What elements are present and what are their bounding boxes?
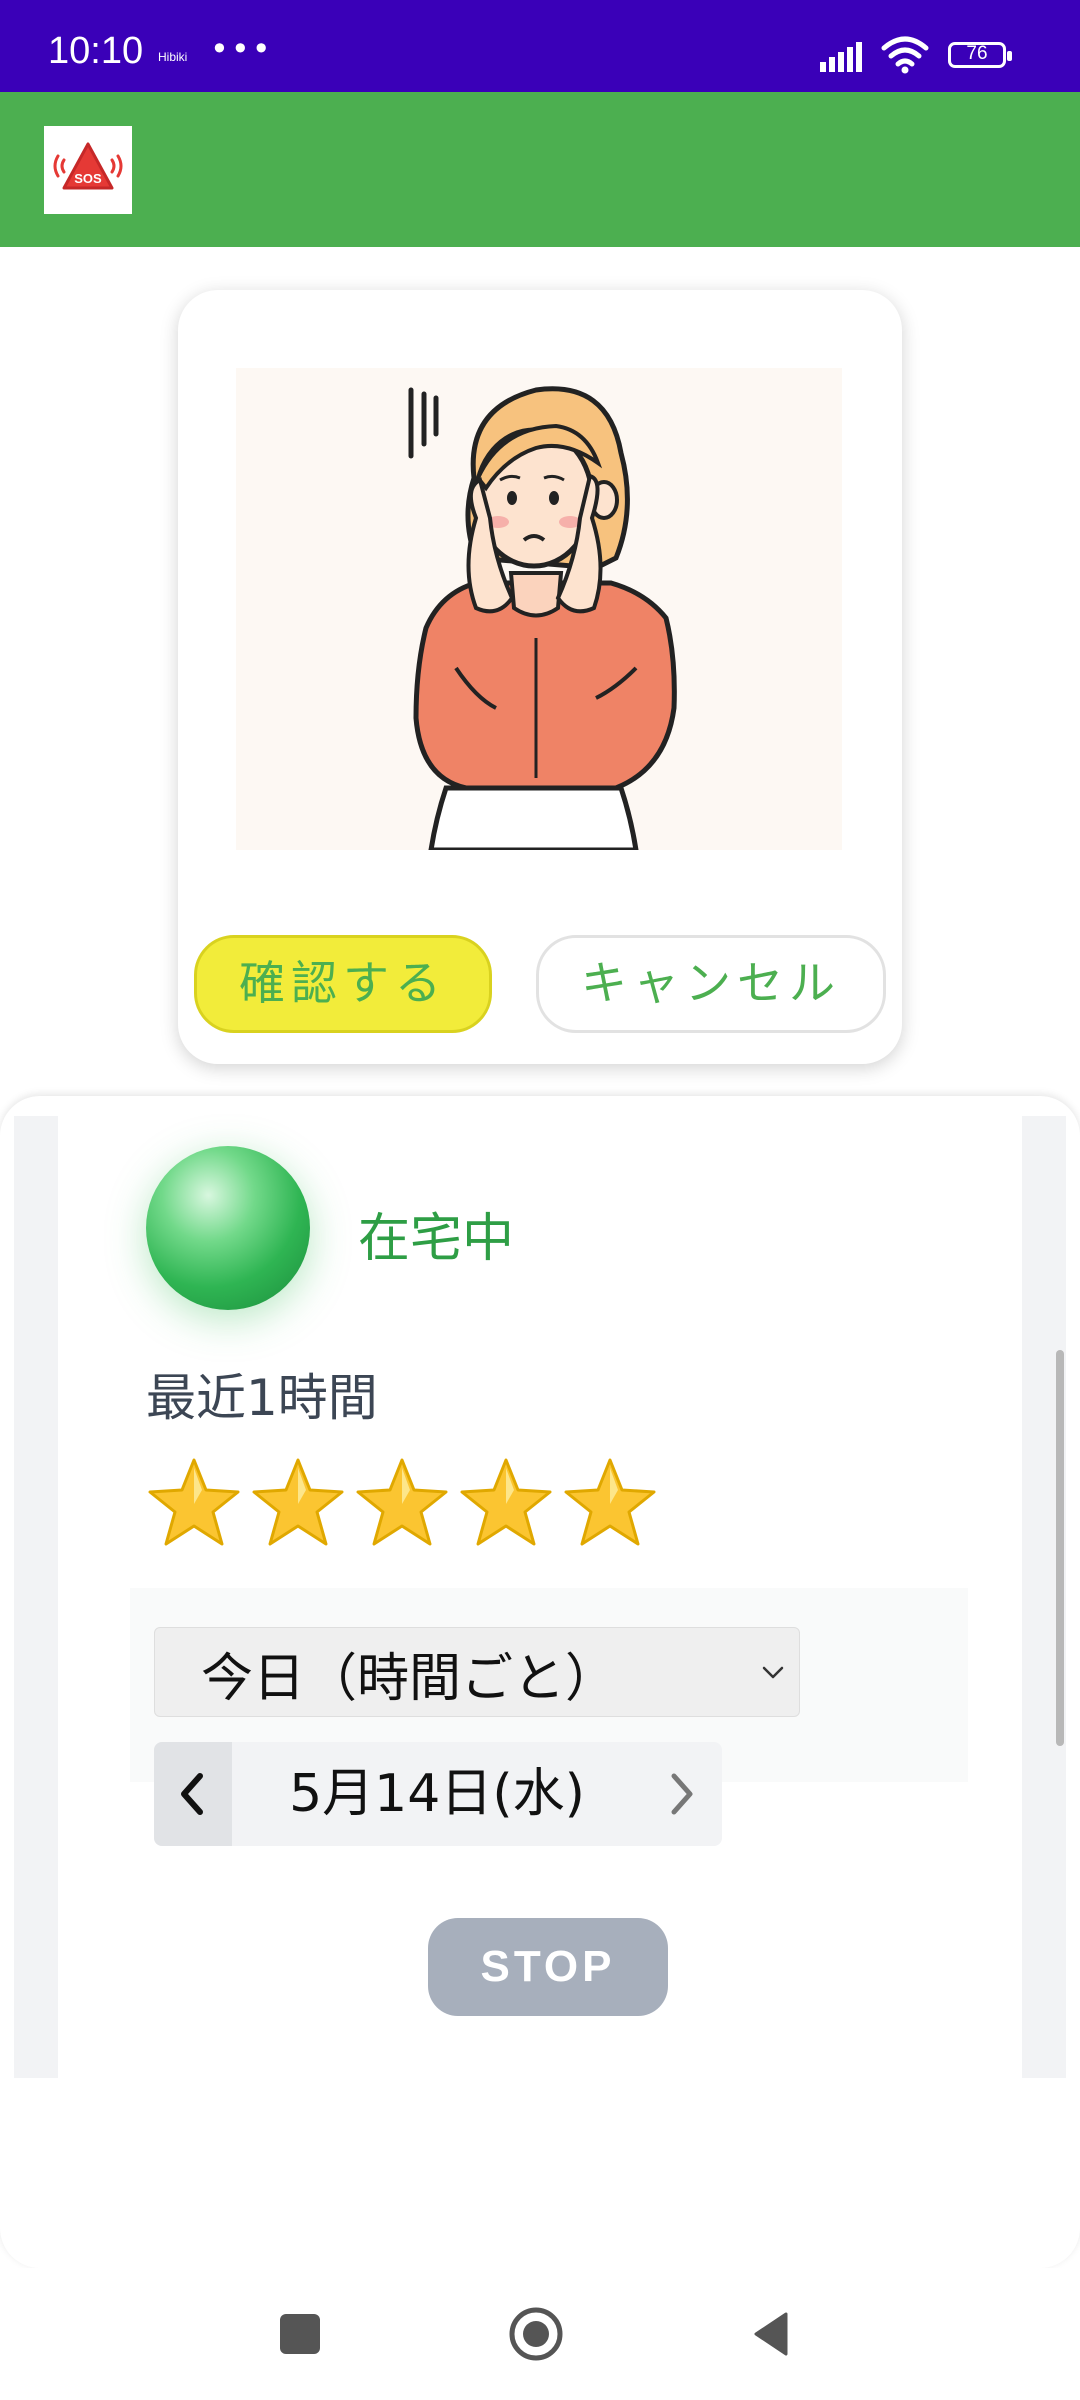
confirm-button[interactable]: 確認する	[194, 935, 492, 1033]
home-icon[interactable]	[508, 2306, 564, 2362]
recent-hour-label: 最近1時間	[146, 1369, 378, 1427]
worried-woman-illustration	[236, 368, 842, 850]
next-date-button[interactable]	[642, 1742, 722, 1846]
more-notifications-icon: •••	[210, 30, 273, 68]
star-icon	[252, 1458, 344, 1546]
system-nav-bar	[0, 2268, 1080, 2400]
rating-stars	[146, 1454, 658, 1550]
wifi-icon	[881, 36, 929, 74]
recents-icon[interactable]	[280, 2314, 320, 2354]
scrollbar[interactable]	[1056, 1350, 1064, 1746]
chevron-right-icon	[671, 1773, 693, 1815]
confirm-dialog-card: 確認する キャンセル	[178, 290, 902, 1064]
star-icon	[460, 1458, 552, 1546]
period-select-value: 今日（時間ごと）	[201, 1649, 618, 1709]
star-icon	[564, 1458, 656, 1546]
star-icon	[356, 1458, 448, 1546]
sheet-gutter-left	[14, 1116, 58, 2078]
chevron-down-icon	[762, 1666, 784, 1679]
back-icon[interactable]	[750, 2310, 790, 2358]
status-sheet: 在宅中 最近1時間 今日（時間ごと） 5月14日(水) STOP	[0, 1096, 1080, 2268]
battery-icon: 76	[948, 42, 1014, 72]
star-icon	[148, 1458, 240, 1546]
svg-text:SOS: SOS	[74, 171, 102, 186]
period-select[interactable]: 今日（時間ごと）	[154, 1627, 800, 1717]
status-time: 10:10	[48, 30, 144, 72]
sos-alarm-icon: SOS	[53, 142, 123, 190]
previous-date-button[interactable]	[154, 1742, 232, 1846]
cancel-button[interactable]: キャンセル	[536, 935, 886, 1033]
status-label: 在宅中	[358, 1209, 515, 1269]
app-bar: SOS	[0, 92, 1080, 247]
app-logo[interactable]: SOS	[44, 126, 132, 214]
date-navigator: 5月14日(水)	[154, 1742, 722, 1846]
status-carrier: Hibiki	[158, 50, 188, 64]
battery-level: 76	[966, 43, 988, 64]
chevron-left-icon	[181, 1773, 203, 1815]
status-indicator-orb	[146, 1146, 310, 1310]
stop-button[interactable]: STOP	[428, 1918, 668, 2016]
signal-icon	[820, 42, 862, 72]
status-bar: 10:10 Hibiki ••• 76	[0, 0, 1080, 92]
current-date: 5月14日(水)	[289, 1764, 585, 1824]
